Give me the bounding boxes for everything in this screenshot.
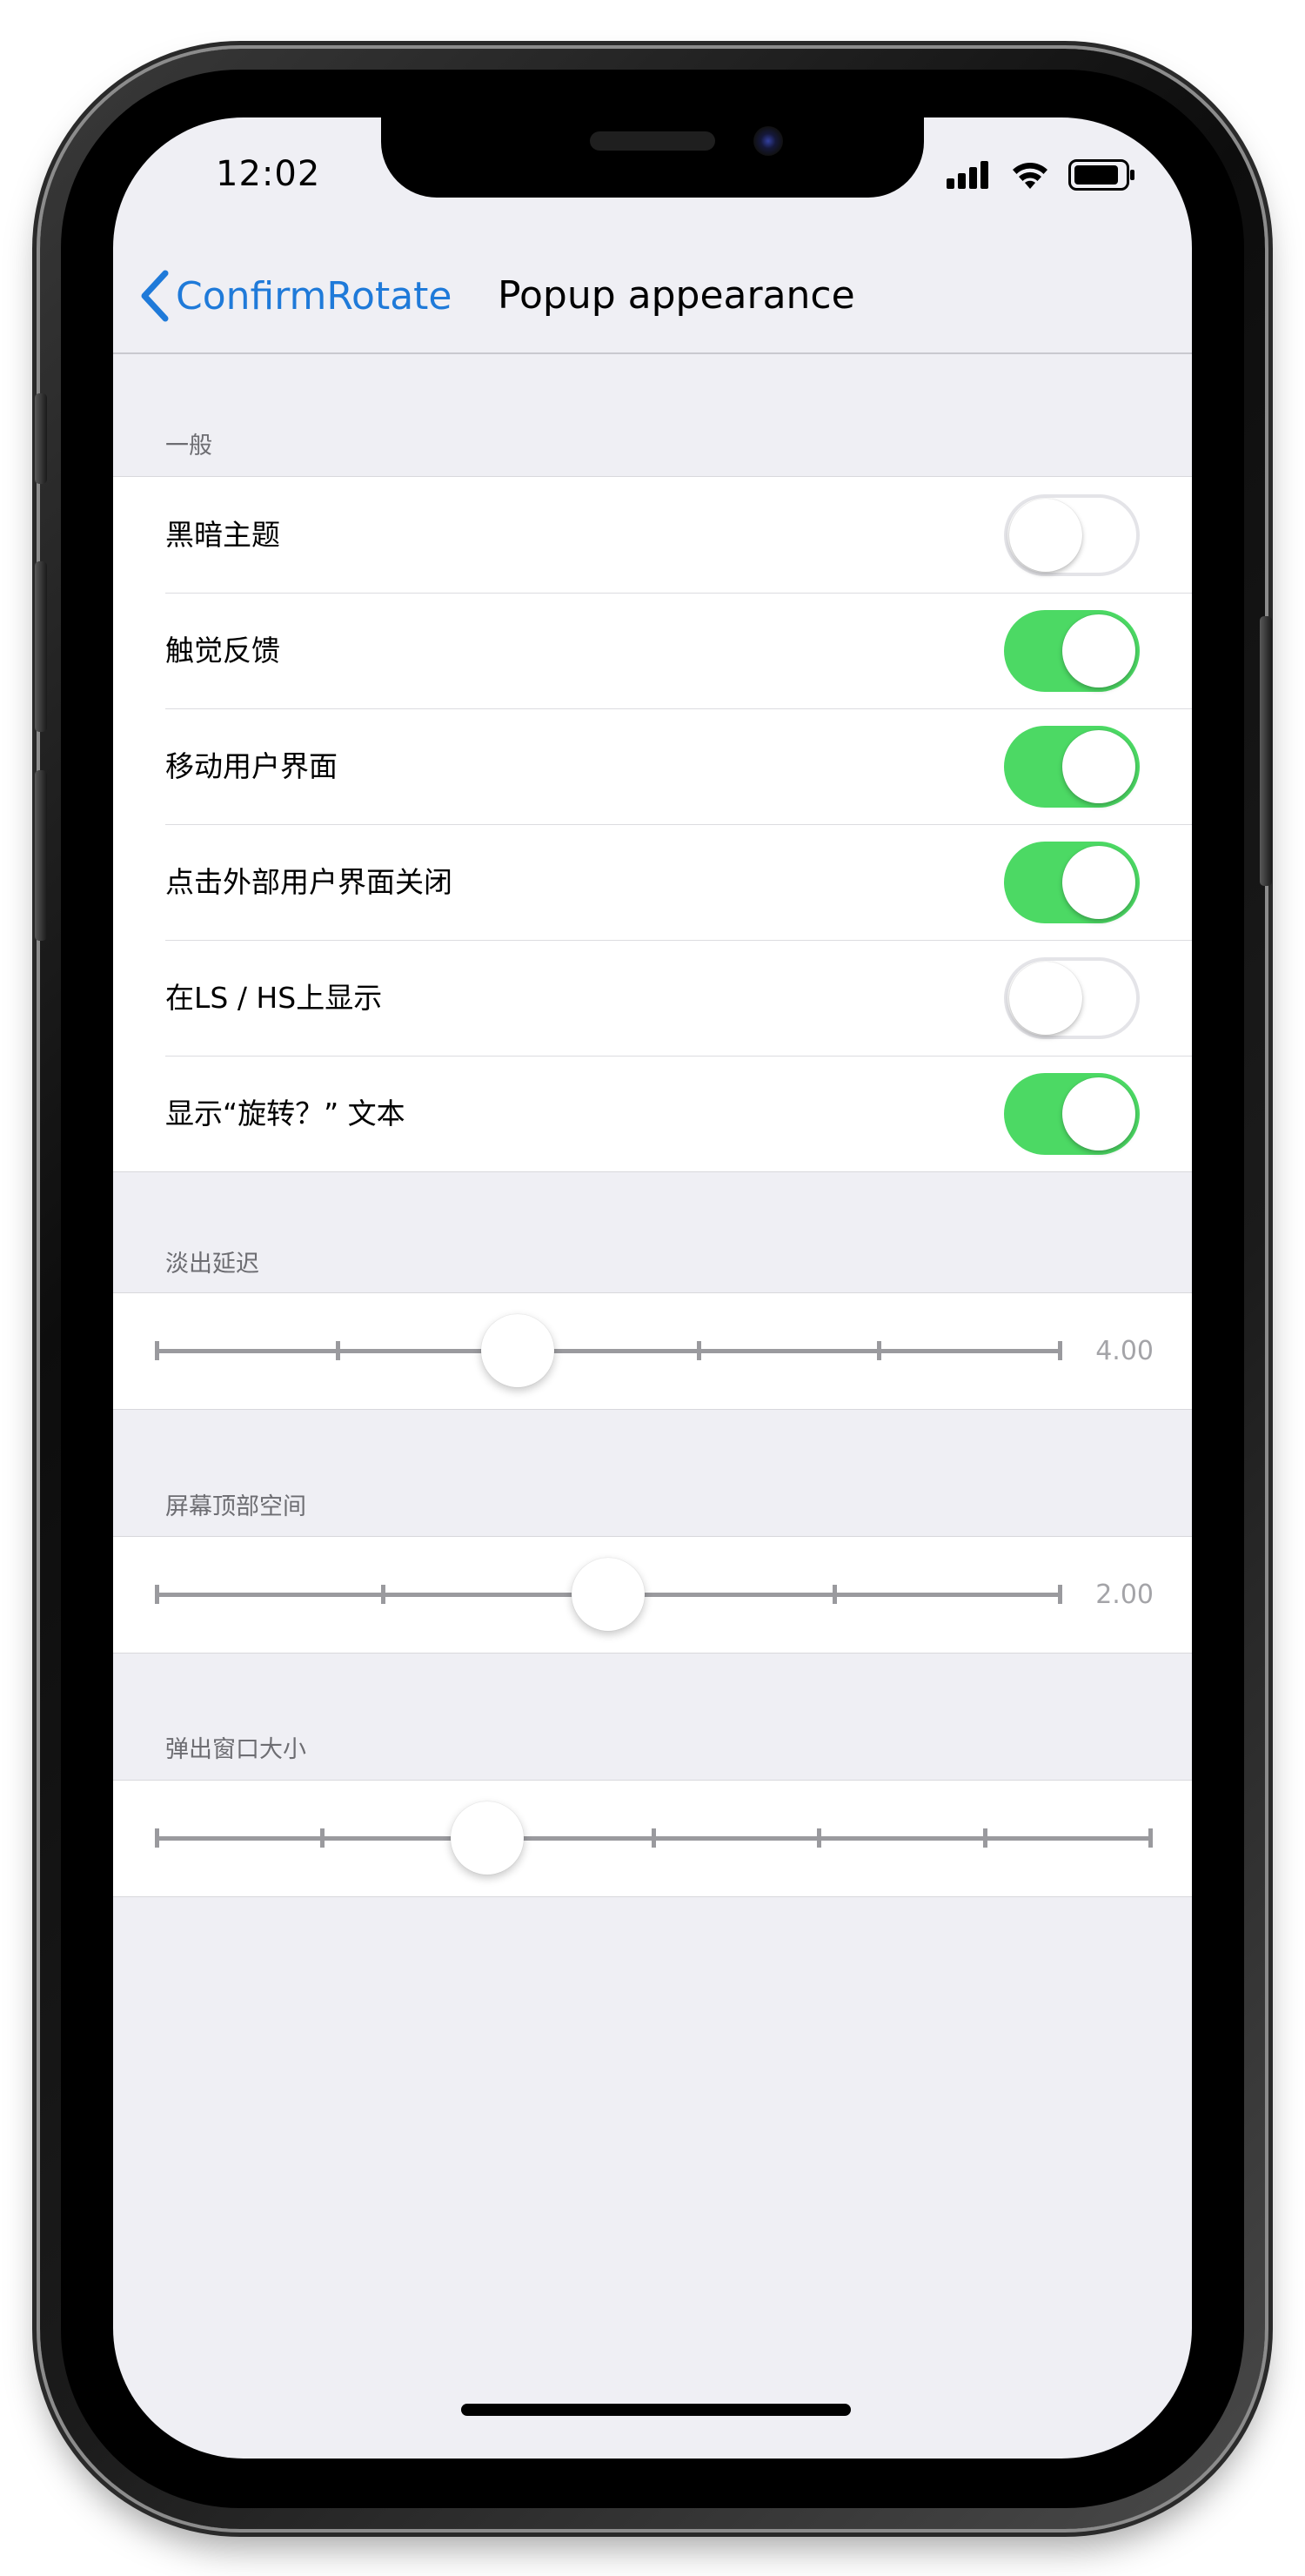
toggle-knob: [1009, 962, 1082, 1035]
mute-switch: [35, 393, 47, 484]
home-indicator: [461, 2404, 851, 2416]
settings-group-popup-size: [113, 1780, 1192, 1897]
top-space-slider[interactable]: 2.00: [113, 1537, 1192, 1653]
setting-label: 显示“旋转？” 文本: [165, 1097, 405, 1130]
tap-outside-close-toggle[interactable]: [1004, 842, 1140, 923]
status-icons: [947, 158, 1136, 192]
settings-group-top-space: 2.00: [113, 1536, 1192, 1654]
setting-label: 触觉反馈: [165, 634, 280, 667]
haptic-feedback-toggle[interactable]: [1004, 610, 1140, 692]
settings-group-fade-delay: 4.00: [113, 1292, 1192, 1410]
toggle-knob: [1062, 846, 1135, 919]
front-camera: [753, 126, 783, 156]
toggle-knob: [1062, 614, 1135, 688]
settings-group-general: 黑暗主题 触觉反馈 移动用户界面 点击外部用户界面关闭 在LS / HS上显示 …: [113, 476, 1192, 1172]
slider-tick: [155, 1828, 159, 1848]
slider-tick: [335, 1341, 340, 1360]
slider-track: [157, 1349, 1060, 1353]
setting-label: 点击外部用户界面关闭: [165, 865, 452, 899]
setting-row-show-rotate-text[interactable]: 显示“旋转？” 文本: [113, 1056, 1192, 1171]
notch: [381, 117, 924, 198]
show-on-ls-hs-toggle[interactable]: [1004, 957, 1140, 1039]
popup-size-slider[interactable]: [113, 1781, 1192, 1896]
status-bar: 12:02: [113, 117, 1192, 239]
setting-row-show-on-ls-hs[interactable]: 在LS / HS上显示: [113, 940, 1192, 1056]
setting-label: 黑暗主题: [165, 518, 280, 552]
setting-label: 在LS / HS上显示: [165, 981, 383, 1015]
slider-tick: [380, 1585, 385, 1604]
power-button: [1260, 616, 1272, 886]
volume-up-button: [35, 561, 47, 732]
slider-value: 4.00: [1095, 1336, 1154, 1366]
slider-tick: [1058, 1585, 1062, 1604]
back-button-label: ConfirmRotate: [176, 273, 452, 319]
section-header-popup-size: 弹出窗口大小: [165, 1736, 306, 1763]
battery-icon: [1068, 159, 1134, 191]
setting-label: 移动用户界面: [165, 749, 338, 783]
back-button[interactable]: ConfirmRotate: [139, 239, 452, 352]
toggle-knob: [1062, 1077, 1135, 1150]
navigation-bar: ConfirmRotate Popup appearance: [113, 239, 1192, 354]
page-title: Popup appearance: [498, 273, 855, 318]
slider-tick: [817, 1828, 822, 1848]
dark-theme-toggle[interactable]: [1004, 494, 1140, 576]
slider-tick: [877, 1341, 882, 1360]
setting-row-move-ui[interactable]: 移动用户界面: [113, 708, 1192, 824]
speaker-grille: [590, 131, 715, 151]
setting-row-haptic-feedback[interactable]: 触觉反馈: [113, 593, 1192, 708]
slider-thumb[interactable]: [481, 1314, 555, 1387]
chevron-left-icon: [141, 270, 169, 322]
slider-tick: [696, 1341, 701, 1360]
fade-delay-slider[interactable]: 4.00: [113, 1293, 1192, 1409]
slider-tick: [982, 1828, 987, 1848]
slider-thumb[interactable]: [451, 1801, 525, 1875]
slider-tick: [155, 1341, 159, 1360]
slider-thumb[interactable]: [572, 1558, 645, 1631]
wifi-icon: [1013, 163, 1047, 189]
section-header-fade-delay: 淡出延迟: [165, 1251, 259, 1278]
slider-tick: [320, 1828, 325, 1848]
setting-row-tap-outside-close[interactable]: 点击外部用户界面关闭: [113, 824, 1192, 940]
slider-tick: [1058, 1341, 1062, 1360]
volume-down-button: [35, 770, 47, 941]
slider-tick: [155, 1585, 159, 1604]
toggle-knob: [1009, 499, 1082, 572]
slider-tick: [832, 1585, 837, 1604]
show-rotate-text-toggle[interactable]: [1004, 1073, 1140, 1155]
move-ui-toggle[interactable]: [1004, 726, 1140, 808]
slider-value: 2.00: [1095, 1580, 1154, 1610]
phone-screen: 12:02 ConfirmRotate Popup appearance 一般 …: [113, 117, 1192, 2459]
slider-tick: [1148, 1828, 1153, 1848]
status-time: 12:02: [216, 154, 321, 194]
signal-icon: [947, 161, 988, 189]
section-header-top-space: 屏幕顶部空间: [165, 1493, 306, 1520]
section-header-general: 一般: [165, 433, 212, 460]
toggle-knob: [1062, 730, 1135, 803]
setting-row-dark-theme[interactable]: 黑暗主题: [113, 477, 1192, 593]
slider-tick: [652, 1828, 656, 1848]
